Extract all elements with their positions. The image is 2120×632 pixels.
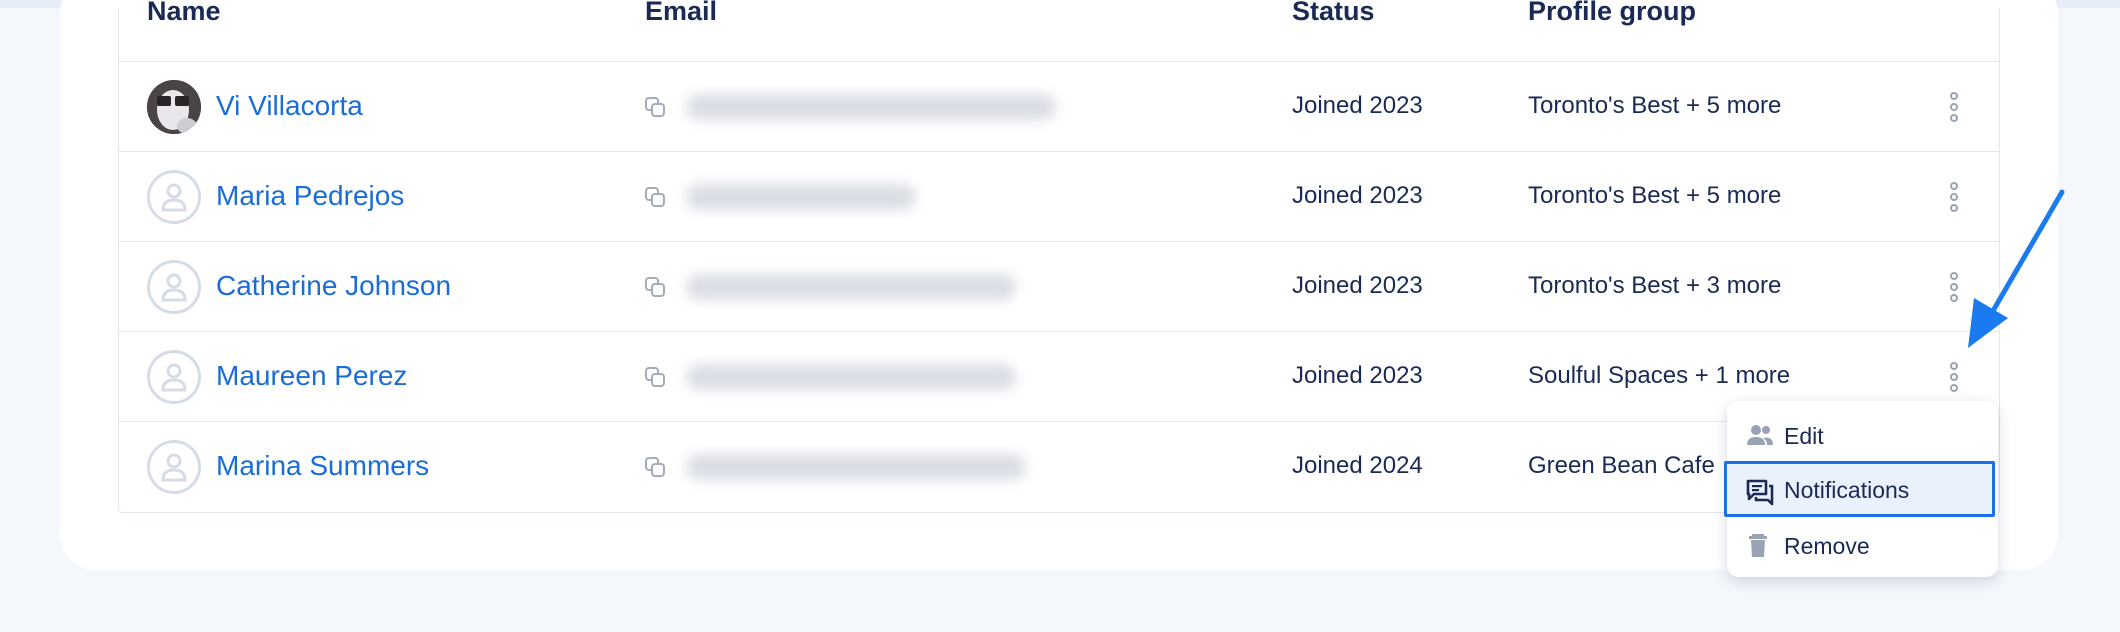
copy-icon[interactable] <box>644 456 666 478</box>
menu-item-label: Remove <box>1784 533 1870 559</box>
email-redacted <box>686 454 1026 480</box>
avatar <box>147 80 201 134</box>
member-status: Joined 2023 <box>1292 272 1423 299</box>
more-options-icon[interactable] <box>1948 362 1960 392</box>
member-status: Joined 2023 <box>1292 92 1423 119</box>
trash-icon <box>1749 534 1767 557</box>
copy-icon[interactable] <box>644 366 666 388</box>
menu-item-remove[interactable]: Remove <box>1727 517 1998 573</box>
avatar <box>147 170 201 224</box>
more-options-icon[interactable] <box>1948 92 1960 122</box>
table-row[interactable]: Maria Pedrejos Joined 2023 Toronto's Bes… <box>118 152 2000 242</box>
member-profile-group: Toronto's Best + 3 more <box>1528 272 1782 299</box>
member-profile-group: Toronto's Best + 5 more <box>1528 182 1782 209</box>
people-icon <box>1747 425 1773 445</box>
table-row[interactable]: Catherine Johnson Joined 2023 Toronto's … <box>118 242 2000 332</box>
member-name-link[interactable]: Marina Summers <box>216 450 429 482</box>
member-name-link[interactable]: Catherine Johnson <box>216 270 451 302</box>
avatar <box>147 260 201 314</box>
email-redacted <box>686 94 1056 120</box>
avatar <box>147 440 201 494</box>
member-profile-group: Soulful Spaces + 1 more <box>1528 362 1791 389</box>
member-status: Joined 2024 <box>1292 452 1423 479</box>
menu-item-label: Notifications <box>1784 477 1910 503</box>
more-options-icon[interactable] <box>1948 272 1960 302</box>
copy-icon[interactable] <box>644 186 666 208</box>
email-redacted <box>686 184 916 210</box>
more-options-icon[interactable] <box>1948 182 1960 212</box>
copy-icon[interactable] <box>644 96 666 118</box>
member-profile-group: Green Bean Cafe <box>1528 452 1715 479</box>
row-context-menu: Edit Notifications Remove <box>1724 401 1998 577</box>
menu-item-notifications[interactable]: Notifications <box>1724 461 1995 517</box>
email-redacted <box>686 364 1016 390</box>
member-name-link[interactable]: Maria Pedrejos <box>216 180 404 212</box>
menu-item-edit[interactable]: Edit <box>1727 407 1998 463</box>
email-redacted <box>686 274 1016 300</box>
table-row[interactable]: Marina Summers Joined 2024 Green Bean Ca… <box>118 422 2000 512</box>
chat-bubbles-icon <box>1746 479 1774 506</box>
copy-icon[interactable] <box>644 276 666 298</box>
member-name-link[interactable]: Maureen Perez <box>216 360 407 392</box>
table-row[interactable]: Maureen Perez Joined 2023 Soulful Spaces… <box>118 332 2000 422</box>
member-name-link[interactable]: Vi Villacorta <box>216 90 363 122</box>
member-status: Joined 2023 <box>1292 362 1423 389</box>
member-status: Joined 2023 <box>1292 182 1423 209</box>
page-background: Name Email Status Profile group Vi Villa… <box>0 0 2120 632</box>
avatar <box>147 350 201 404</box>
member-profile-group: Toronto's Best + 5 more <box>1528 92 1782 119</box>
menu-item-label: Edit <box>1784 423 1824 449</box>
annotation-arrow-icon <box>1968 189 2065 348</box>
table-row[interactable]: Vi Villacorta Joined 2023 Toronto's Best… <box>118 62 2000 152</box>
